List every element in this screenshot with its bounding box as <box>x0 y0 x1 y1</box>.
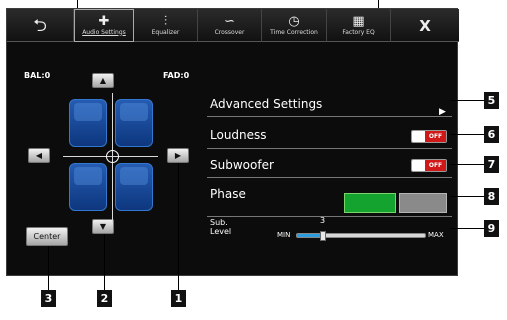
tab-crossover[interactable]: ∽ Crossover <box>198 9 262 42</box>
tab-equalizer[interactable]: ⫶ Equalizer <box>134 9 198 42</box>
tab-audio-settings[interactable]: ✚ Audio Settings <box>74 9 134 42</box>
center-button[interactable]: Center <box>26 227 68 246</box>
callout-badge-3: 3 <box>41 290 56 307</box>
toggle-state: OFF <box>425 131 446 142</box>
tab-factory-eq[interactable]: ▦ Factory EQ <box>327 9 391 42</box>
callout-line-2 <box>104 234 105 290</box>
sub-level-slider[interactable] <box>296 231 426 241</box>
tab-label: Crossover <box>214 28 245 36</box>
sub-level-min-label: MIN <box>277 231 291 239</box>
sub-level-label-line1: Sub. <box>210 218 228 227</box>
callout-line-7 <box>450 164 484 165</box>
balance-right-button[interactable]: ▶ <box>167 148 189 163</box>
callout-badge-6: 6 <box>484 126 499 143</box>
loudness-label: Loudness <box>210 128 267 142</box>
close-button[interactable]: X <box>391 9 459 42</box>
center-button-label: Center <box>33 232 61 241</box>
crosshair-target-icon[interactable] <box>106 150 119 163</box>
seat-rear-left-icon <box>69 163 107 211</box>
phase-normal-button[interactable] <box>344 193 396 213</box>
tab-label: Time Correction <box>270 28 318 36</box>
callout-line-8 <box>450 196 484 197</box>
callout-line-6 <box>450 134 484 135</box>
phase-label: Phase <box>210 187 246 201</box>
toggle-knob <box>412 160 425 171</box>
loudness-toggle[interactable]: OFF <box>411 130 447 143</box>
sub-level-label-line2: Level <box>210 227 232 236</box>
tab-time-correction[interactable]: ◷ Time Correction <box>262 9 327 42</box>
callout-badge-7: 7 <box>484 156 499 173</box>
phase-reverse-button[interactable] <box>399 193 447 213</box>
seat-rear-right-icon <box>115 163 153 211</box>
seat-front-left-icon <box>69 99 107 147</box>
sub-level-max-label: MAX <box>428 231 444 239</box>
callout-line-5 <box>450 100 484 101</box>
plus-icon: ✚ <box>98 13 110 29</box>
toggle-state: OFF <box>425 160 446 171</box>
divider <box>207 148 452 149</box>
divider <box>207 177 452 178</box>
fader-down-button[interactable]: ▼ <box>92 219 114 234</box>
callout-badge-2: 2 <box>97 290 112 307</box>
head-unit-screen: ⮌ ✚ Audio Settings ⫶ Equalizer ∽ Crossov… <box>6 8 459 276</box>
crossover-wave-icon: ∽ <box>224 13 235 29</box>
sub-level-value: 3 <box>320 216 326 225</box>
equalizer-sliders-icon: ⫶ <box>163 13 168 29</box>
callout-badge-9: 9 <box>484 220 499 237</box>
tab-label: Audio Settings <box>82 28 126 36</box>
down-arrow-icon: ▼ <box>99 222 107 231</box>
callout-badge-1: 1 <box>171 290 186 307</box>
callout-line-1 <box>178 163 179 290</box>
back-arrow-icon: ⮌ <box>33 15 47 36</box>
up-arrow-icon: ▲ <box>99 76 107 85</box>
divider <box>207 216 452 217</box>
left-arrow-icon: ◀ <box>35 151 43 160</box>
callout-line-3 <box>48 246 49 290</box>
sub-level-slider-handle[interactable] <box>319 231 326 241</box>
subwoofer-label: Subwoofer <box>210 158 274 172</box>
tab-label: Factory EQ <box>342 28 375 36</box>
callout-line-9 <box>450 228 484 229</box>
callout-badge-8: 8 <box>484 188 499 205</box>
advanced-settings-label[interactable]: Advanced Settings <box>210 97 322 111</box>
divider <box>207 116 452 117</box>
sub-level-label: Sub. Level <box>210 218 231 236</box>
back-button[interactable]: ⮌ <box>7 9 74 42</box>
seat-front-right-icon <box>115 99 153 147</box>
subwoofer-toggle[interactable]: OFF <box>411 159 447 172</box>
fader-readout: FAD:0 <box>163 71 190 80</box>
fader-up-button[interactable]: ▲ <box>92 73 114 88</box>
clock-icon: ◷ <box>288 13 300 29</box>
right-arrow-icon: ▶ <box>174 151 182 160</box>
callout-badge-5: 5 <box>484 92 499 109</box>
top-toolbar: ⮌ ✚ Audio Settings ⫶ Equalizer ∽ Crossov… <box>7 9 459 42</box>
grid-icon: ▦ <box>352 13 365 29</box>
balance-left-button[interactable]: ◀ <box>28 148 50 163</box>
close-icon: X <box>419 16 431 35</box>
balance-readout: BAL:0 <box>24 71 51 80</box>
toggle-knob <box>412 131 425 142</box>
tab-label: Equalizer <box>151 28 180 36</box>
